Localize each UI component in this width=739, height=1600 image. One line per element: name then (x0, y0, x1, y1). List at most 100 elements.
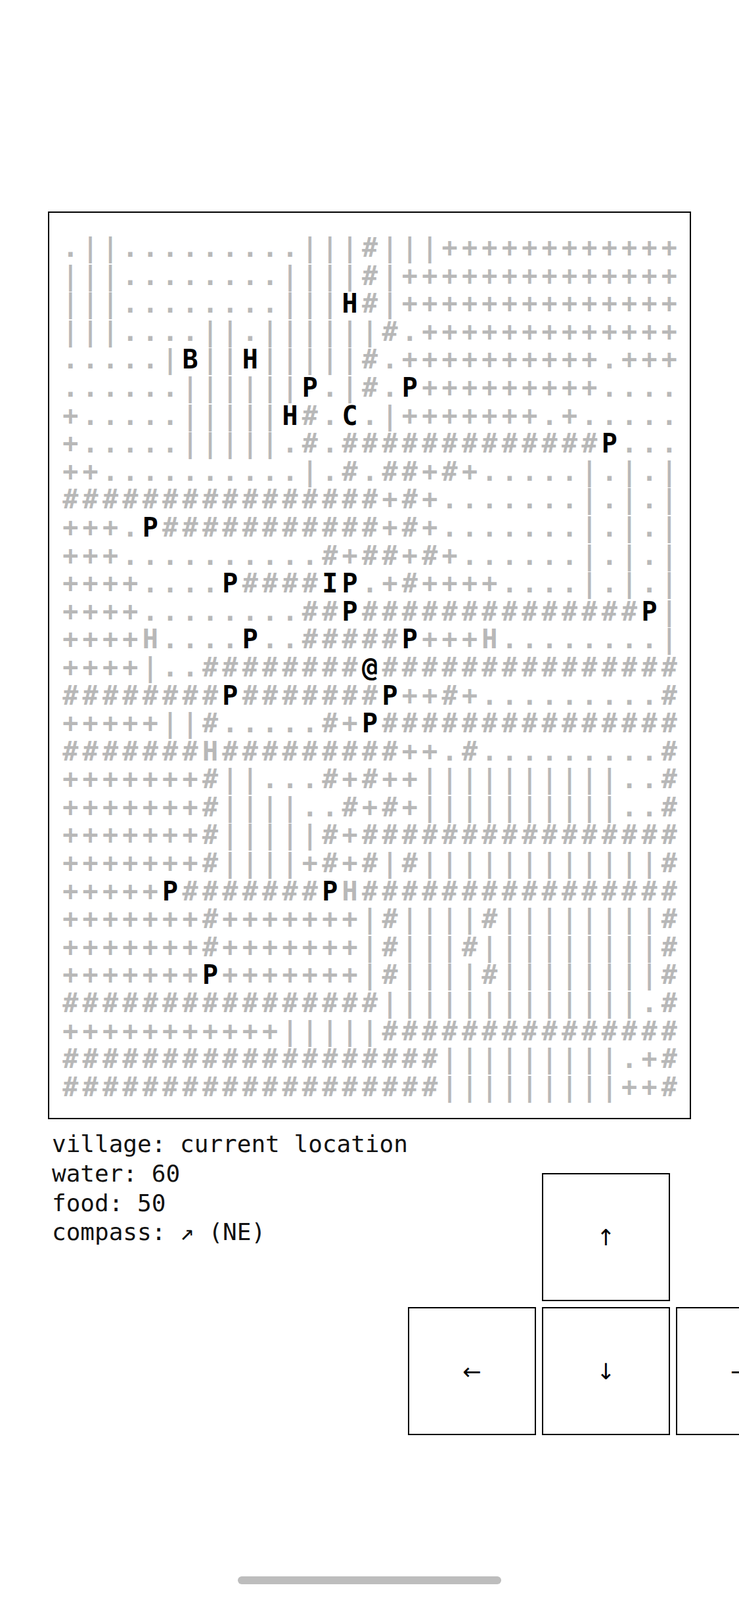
map-tile: # (519, 653, 540, 682)
map-tile: . (579, 681, 600, 711)
map-tile: + (100, 849, 121, 878)
map-tile: + (459, 345, 480, 374)
map-tile: . (479, 541, 500, 571)
map-tile: . (539, 541, 560, 571)
map-row: ###################|||||||||.+# (60, 1045, 690, 1074)
map-tile: + (120, 877, 140, 906)
map-tile: + (60, 793, 81, 822)
map-tile: . (639, 373, 659, 403)
arrow-button[interactable]: ← (407, 1307, 537, 1436)
map-tile: + (519, 233, 540, 263)
map-tile: | (260, 317, 280, 347)
map-tile: . (599, 373, 620, 403)
map-entity: P (639, 597, 659, 627)
map-tile: # (220, 485, 240, 514)
map-tile: # (599, 877, 620, 906)
map-tile: | (639, 961, 659, 990)
map-tile: # (419, 541, 440, 571)
map-tile: + (539, 317, 560, 347)
map-tile: | (279, 821, 300, 850)
map-tile: + (579, 262, 600, 291)
map-tile: # (439, 709, 460, 738)
map-tile: # (160, 681, 180, 711)
map-tile: # (659, 737, 680, 766)
map-tile: | (379, 849, 400, 878)
map-tile: # (359, 289, 380, 318)
map-tile: . (639, 485, 659, 514)
map-tile: # (220, 877, 240, 906)
map-tile: + (80, 933, 100, 962)
map-tile: | (519, 765, 540, 794)
map-tile: # (200, 849, 221, 878)
map-tile: # (379, 457, 400, 487)
map-tile: # (300, 569, 320, 598)
map-tile: + (419, 681, 440, 711)
map-tile: # (439, 681, 460, 711)
map-entity: P (220, 681, 240, 711)
map-tile: # (140, 1073, 161, 1102)
map-tile: | (279, 317, 300, 347)
map-tile: . (319, 402, 340, 431)
map-tile: # (220, 989, 240, 1018)
map-tile: # (539, 429, 560, 458)
map-tile: # (379, 429, 400, 458)
map-tile: . (260, 457, 280, 487)
map-tile: | (439, 793, 460, 822)
map-tile: # (200, 793, 221, 822)
map-tile: # (260, 877, 280, 906)
map-tile: # (479, 821, 500, 850)
map-tile: # (200, 933, 221, 962)
map-row: ++++....P####IP.+#++++....|.|.| (60, 569, 690, 598)
map-tile: | (339, 1017, 360, 1046)
map-tile: | (179, 709, 200, 738)
map-tile: + (80, 905, 100, 934)
map-tile: . (459, 513, 480, 542)
map-tile: # (279, 569, 300, 598)
map-tile: # (579, 597, 600, 627)
map-tile: + (140, 793, 161, 822)
map-tile: | (579, 569, 600, 598)
map-tile: # (400, 877, 420, 906)
map-tile: . (200, 233, 221, 263)
map-tile: | (279, 793, 300, 822)
map-tile: # (220, 513, 240, 542)
map-tile: + (419, 513, 440, 542)
map-tile: + (160, 765, 180, 794)
map-entity: H (240, 345, 261, 374)
map-tile: # (499, 877, 520, 906)
map-tile: + (459, 262, 480, 291)
map-tile: # (459, 429, 480, 458)
map-tile: # (419, 877, 440, 906)
arrow-button[interactable]: ↑ (541, 1173, 671, 1302)
map-tile: . (179, 625, 200, 654)
map-tile: . (499, 457, 520, 487)
arrow-button[interactable]: → (675, 1307, 739, 1436)
status-panel: village: current locationwater: 60food: … (0, 1129, 408, 1247)
map-tile: | (499, 1045, 520, 1074)
map-tile: | (439, 765, 460, 794)
map-tile: | (439, 1073, 460, 1102)
map-tile: | (579, 793, 600, 822)
map-tile: # (539, 709, 560, 738)
map-tile: . (179, 457, 200, 487)
map-tile: | (499, 849, 520, 878)
map-tile: # (179, 877, 200, 906)
map-tile: # (319, 625, 340, 654)
map-tile: | (260, 849, 280, 878)
map-tile: . (240, 262, 261, 291)
arrow-button[interactable]: ↓ (541, 1307, 671, 1436)
map-tile: | (539, 849, 560, 878)
map-tile: + (499, 373, 520, 403)
map-tile: # (240, 681, 261, 711)
map-tile: + (439, 345, 460, 374)
map-tile: # (160, 1045, 180, 1074)
map-tile: # (359, 737, 380, 766)
map-tile: . (599, 402, 620, 431)
map: .||.........|||#|||++++++++++++|||......… (47, 211, 692, 1120)
map-tile: # (200, 681, 221, 711)
map-tile: | (439, 933, 460, 962)
map-tile: + (419, 262, 440, 291)
map-tile: # (260, 1045, 280, 1074)
map-tile: . (140, 429, 161, 458)
map-entity: B (179, 345, 200, 374)
